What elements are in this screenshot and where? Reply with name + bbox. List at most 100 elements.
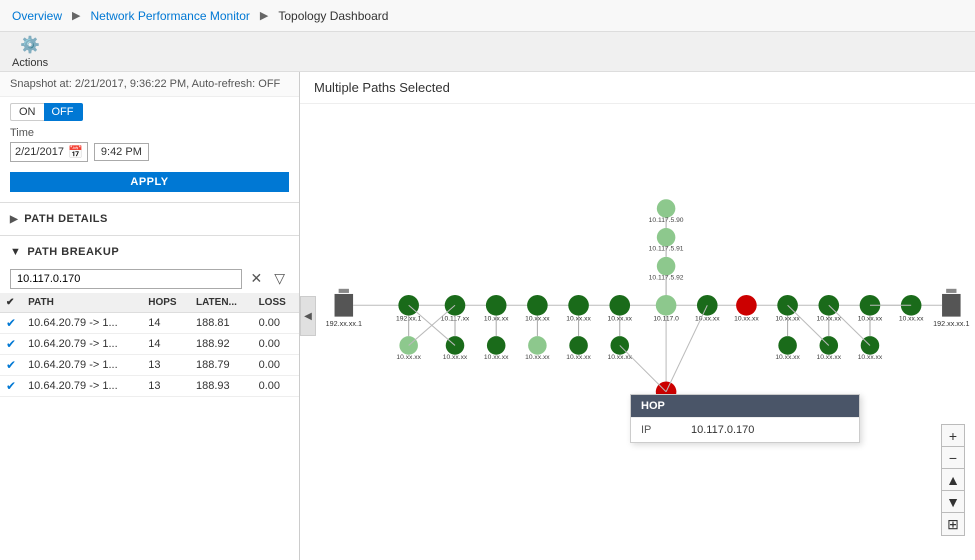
toggle-on-button[interactable]: ON <box>10 103 44 121</box>
svg-text:10.xx.xx: 10.xx.xx <box>899 316 924 323</box>
svg-text:192.xx.xx.1: 192.xx.xx.1 <box>933 319 969 328</box>
date-value[interactable]: 2/21/2017 <box>15 146 64 158</box>
svg-text:10.xx.xx: 10.xx.xx <box>817 354 842 361</box>
table-header-row: ✔ PATH HOPS LATEN... LOSS <box>0 293 299 313</box>
row-path-1: 10.64.20.79 -> 1... <box>22 334 142 355</box>
breadcrumb-sep-2: ▶ <box>260 9 268 22</box>
breadcrumb-topology: Topology Dashboard <box>278 9 388 23</box>
collapse-panel-button[interactable]: ◀ <box>300 296 316 336</box>
left-panel: Snapshot at: 2/21/2017, 9:36:22 PM, Auto… <box>0 72 300 560</box>
server-node-left <box>335 294 354 317</box>
topology-canvas[interactable]: 192.xx.xx.1 192.xx.xx.1 10.117.5.90 10.1… <box>300 104 975 556</box>
table-row[interactable]: ✔ 10.64.20.79 -> 1... 14 188.92 0.00 <box>0 334 299 355</box>
node-main-4[interactable] <box>527 295 548 316</box>
snapshot-text: Snapshot at: 2/21/2017, 9:36:22 PM, Auto… <box>10 78 280 90</box>
row-check-3[interactable]: ✔ <box>6 379 16 393</box>
zoom-out-button[interactable]: − <box>942 447 964 469</box>
date-input-wrapper: 2/21/2017 📅 <box>10 142 88 162</box>
hop-tooltip-label: IP <box>641 424 691 436</box>
svg-text:192.xx.xx.1: 192.xx.xx.1 <box>326 319 362 328</box>
path-table: ✔ PATH HOPS LATEN... LOSS ✔ 10.64.20.79 … <box>0 293 299 397</box>
table-row[interactable]: ✔ 10.64.20.79 -> 1... 13 188.79 0.00 <box>0 355 299 376</box>
node-bot-4[interactable] <box>528 336 547 355</box>
divider-2 <box>0 235 299 236</box>
hop-tooltip-row: IP 10.117.0.170 <box>631 417 859 442</box>
time-label: Time <box>10 127 289 139</box>
time-input-wrapper[interactable]: 9:42 PM <box>94 143 149 161</box>
breadcrumb: Overview ▶ Network Performance Monitor ▶… <box>0 0 975 32</box>
svg-text:10.xx.xx: 10.xx.xx <box>396 354 421 361</box>
right-panel: ◀ Multiple Paths Selected 192.xx.xx.1 19… <box>300 72 975 560</box>
svg-text:10.xx.xx: 10.xx.xx <box>858 354 883 361</box>
search-row: ✕ ▽ <box>0 264 299 293</box>
clear-icon[interactable]: ✕ <box>246 268 266 289</box>
toggle-row: ON OFF <box>0 97 299 123</box>
row-path-3: 10.64.20.79 -> 1... <box>22 376 142 397</box>
row-loss-1: 0.00 <box>253 334 299 355</box>
node-main-5[interactable] <box>568 295 589 316</box>
node-top-2[interactable] <box>657 228 676 247</box>
filter-icon[interactable]: ▽ <box>270 268 289 289</box>
row-latency-0: 188.81 <box>190 313 253 334</box>
actions-bar: ⚙️ Actions <box>0 32 975 72</box>
server-node-right <box>942 294 961 317</box>
calendar-icon[interactable]: 📅 <box>68 145 83 159</box>
col-hops: HOPS <box>142 293 190 313</box>
main-content: Snapshot at: 2/21/2017, 9:36:22 PM, Auto… <box>0 72 975 560</box>
col-latency: LATEN... <box>190 293 253 313</box>
breadcrumb-sep-1: ▶ <box>72 9 80 22</box>
table-row[interactable]: ✔ 10.64.20.79 -> 1... 14 188.81 0.00 <box>0 313 299 334</box>
divider-1 <box>0 202 299 203</box>
node-main-red[interactable] <box>736 295 757 316</box>
breadcrumb-overview[interactable]: Overview <box>12 9 62 23</box>
panel-title: Multiple Paths Selected <box>300 72 975 104</box>
svg-text:10.xx.xx: 10.xx.xx <box>484 354 509 361</box>
path-breakup-label: PATH BREAKUP <box>27 246 119 258</box>
row-latency-2: 188.79 <box>190 355 253 376</box>
col-path: PATH <box>22 293 142 313</box>
node-main-7[interactable] <box>656 295 677 316</box>
node-top-1[interactable] <box>657 199 676 218</box>
zoom-up-button[interactable]: ▲ <box>942 469 964 491</box>
path-details-header[interactable]: ▶ PATH DETAILS <box>0 207 299 231</box>
svg-text:10.xx.xx: 10.xx.xx <box>775 354 800 361</box>
row-check-2[interactable]: ✔ <box>6 358 16 372</box>
zoom-in-button[interactable]: + <box>942 425 964 447</box>
time-inputs: 2/21/2017 📅 9:42 PM <box>10 142 289 162</box>
time-value: 9:42 PM <box>101 146 142 158</box>
col-loss: LOSS <box>253 293 299 313</box>
node-main-6[interactable] <box>609 295 630 316</box>
node-bot-5[interactable] <box>569 336 588 355</box>
time-section: Time 2/21/2017 📅 9:42 PM <box>0 123 299 166</box>
topology-svg: 192.xx.xx.1 192.xx.xx.1 10.117.5.90 10.1… <box>316 104 975 556</box>
node-top-3[interactable] <box>657 257 676 276</box>
apply-button[interactable]: APPLY <box>10 172 289 192</box>
search-input[interactable] <box>10 269 242 289</box>
node-bot-7[interactable] <box>778 336 797 355</box>
hop-tooltip: HOP IP 10.117.0.170 <box>630 394 860 443</box>
row-loss-2: 0.00 <box>253 355 299 376</box>
snapshot-bar: Snapshot at: 2/21/2017, 9:36:22 PM, Auto… <box>0 72 299 97</box>
row-loss-3: 0.00 <box>253 376 299 397</box>
node-main-3[interactable] <box>486 295 507 316</box>
svg-text:10.xx.xx: 10.xx.xx <box>695 316 720 323</box>
zoom-down-button[interactable]: ▼ <box>942 491 964 513</box>
path-breakup-header[interactable]: ▼ PATH BREAKUP <box>0 240 299 264</box>
toggle-off-button[interactable]: OFF <box>44 103 83 121</box>
row-latency-1: 188.92 <box>190 334 253 355</box>
hop-tooltip-value: 10.117.0.170 <box>691 424 754 436</box>
hop-tooltip-header: HOP <box>631 395 859 417</box>
table-row[interactable]: ✔ 10.64.20.79 -> 1... 13 188.93 0.00 <box>0 376 299 397</box>
node-bot-3[interactable] <box>487 336 506 355</box>
svg-text:10.xx.xx: 10.xx.xx <box>566 354 591 361</box>
row-path-0: 10.64.20.79 -> 1... <box>22 313 142 334</box>
path-details-arrow: ▶ <box>10 214 18 225</box>
row-check-0[interactable]: ✔ <box>6 316 16 330</box>
row-check-1[interactable]: ✔ <box>6 337 16 351</box>
breadcrumb-npm[interactable]: Network Performance Monitor <box>90 9 249 23</box>
row-latency-3: 188.93 <box>190 376 253 397</box>
row-loss-0: 0.00 <box>253 313 299 334</box>
actions-button[interactable]: ⚙️ Actions <box>12 35 48 69</box>
path-details-label: PATH DETAILS <box>24 213 108 225</box>
zoom-fit-button[interactable]: ⊞ <box>942 513 964 535</box>
